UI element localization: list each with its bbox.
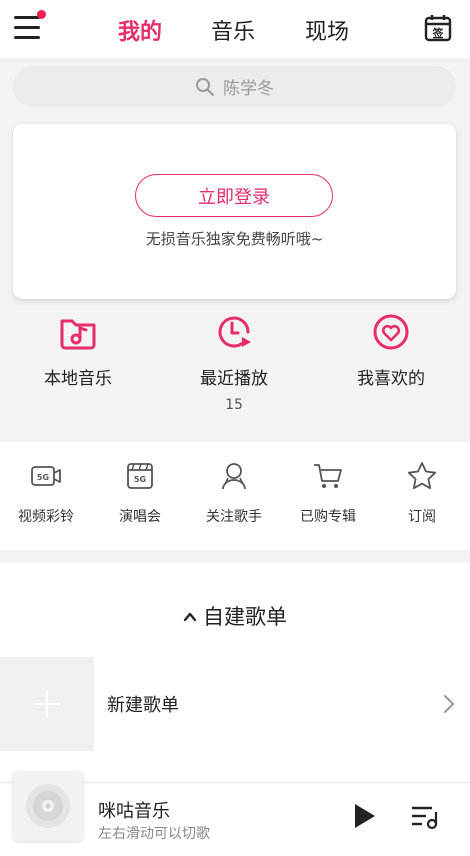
heart-icon [373,314,409,350]
plus-icon [34,691,60,717]
playlist-header[interactable]: 自建歌单 [0,601,470,631]
5g-concert-icon: 5G [127,463,153,489]
chevron-up-icon [183,612,197,622]
subscription-shortcut[interactable]: 订阅 [377,460,467,526]
recent-play-label: 最近播放 [200,369,268,389]
album-cover[interactable] [13,771,83,841]
checkin-calendar-icon[interactable]: 签 [424,14,452,42]
player-subtitle: 左右滑动可以切歌 [98,826,210,842]
search-icon [196,77,214,96]
cart-icon [314,464,342,488]
shortcut-row: 5G 视频彩铃 5G 演唱会 关注歌手 已购专辑 订阅 [0,442,470,550]
recent-play-count: 15 [225,397,243,413]
follow-singer-shortcut[interactable]: 关注歌手 [189,460,279,526]
play-icon[interactable] [350,801,380,831]
new-playlist-label: 新建歌单 [107,695,179,716]
chevron-right-icon [444,695,454,713]
login-card: 立即登录 无损音乐独家免费畅听哦~ [13,124,456,299]
disc-icon [26,784,70,828]
concert-shortcut[interactable]: 5G 演唱会 [95,460,185,526]
local-music-label: 本地音乐 [44,369,112,389]
quick-access: 本地音乐 最近播放 15 我喜欢的 [0,312,470,442]
recent-play-icon [218,316,251,348]
purchased-albums-shortcut[interactable]: 已购专辑 [283,460,373,526]
5g-video-icon: 5G [31,466,61,486]
mini-player[interactable]: 咪咕音乐 左右滑动可以切歌 [0,771,470,856]
purchased-albums-label: 已购专辑 [300,509,356,525]
new-playlist-row[interactable]: 新建歌单 [0,657,470,751]
playlist-header-label: 自建歌单 [203,605,287,629]
favorites-item[interactable]: 我喜欢的 [326,312,456,389]
menu-icon-line [14,26,40,29]
tab-music[interactable]: 音乐 [211,14,255,46]
tab-live[interactable]: 现场 [305,14,349,46]
menu-icon-line [14,36,40,39]
svg-text:5G: 5G [134,475,146,484]
singer-icon [222,463,246,490]
search-placeholder: 陈学冬 [223,79,274,99]
login-button[interactable]: 立即登录 [135,174,333,217]
new-playlist-cover [0,657,94,751]
follow-singer-label: 关注歌手 [206,509,262,525]
tab-mine[interactable]: 我的 [118,14,162,46]
playlist-icon[interactable] [410,803,440,831]
favorites-label: 我喜欢的 [357,369,425,389]
concert-label: 演唱会 [119,509,161,525]
login-tip: 无损音乐独家免费畅听哦~ [145,230,324,248]
subscription-label: 订阅 [408,509,436,525]
music-folder-icon [60,319,96,350]
svg-text:5G: 5G [37,473,49,482]
search-bar[interactable]: 陈学冬 [13,66,456,107]
video-ringtone-shortcut[interactable]: 5G 视频彩铃 [1,460,91,526]
recent-play-item[interactable]: 最近播放 15 [169,312,299,413]
top-bar: 我的 音乐 现场 签 [0,0,470,58]
notification-dot [37,10,46,19]
menu-button[interactable] [12,10,46,42]
local-music-item[interactable]: 本地音乐 [13,312,143,389]
menu-icon [14,16,40,19]
star-icon [407,462,437,490]
video-ringtone-label: 视频彩铃 [18,509,74,525]
calendar-icon-text: 签 [432,26,445,40]
player-title: 咪咕音乐 [98,801,170,822]
